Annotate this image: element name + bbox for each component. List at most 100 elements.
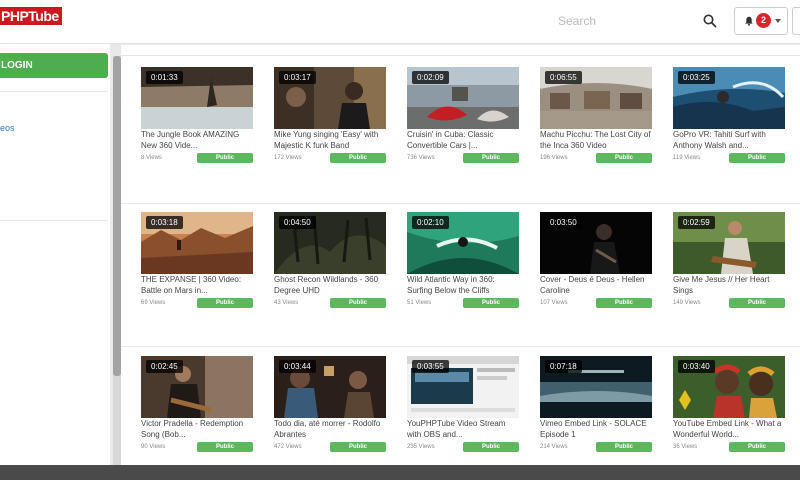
video-duration: 0:01:33 (146, 71, 183, 84)
video-title[interactable]: YouPHPTube Video Stream with OBS and... (407, 418, 519, 440)
video-title[interactable]: Mike Yung singing 'Easy' with Majestic K… (274, 129, 386, 151)
sidebar: LOGIN eos (0, 44, 110, 465)
video-duration: 0:02:09 (412, 71, 449, 84)
video-duration: 0:03:50 (545, 216, 582, 229)
user-menu-button[interactable] (792, 7, 800, 35)
video-duration: 0:07:18 (545, 360, 582, 373)
video-views: 8 Views (141, 155, 162, 161)
video-duration: 0:03:17 (279, 71, 316, 84)
video-title[interactable]: Victor Pradella - Redemption Song (Bob..… (141, 418, 253, 440)
video-card[interactable]: 0:02:09 Cruisin' in Cuba: Classic Conver… (407, 67, 521, 177)
video-card[interactable]: 0:03:25 GoPro VR: Tahiti Surf with Antho… (673, 67, 787, 177)
video-title[interactable]: YouTube Embed Link - What a Wonderful Wo… (673, 418, 785, 440)
video-title[interactable]: Ghost Recon Wildlands - 360 Degree UHD (274, 274, 386, 296)
row-divider (121, 346, 800, 347)
sidebar-item-videos[interactable]: eos (0, 123, 15, 133)
status-badge: Public (463, 442, 519, 452)
video-thumbnail[interactable]: 0:02:45 (141, 356, 253, 418)
video-views: 107 Views (540, 300, 568, 306)
video-thumbnail[interactable]: 0:02:59 (673, 212, 785, 274)
video-card[interactable]: 0:04:50 Ghost Recon Wildlands - 360 Degr… (274, 212, 388, 322)
status-badge: Public (729, 153, 785, 163)
video-views: 472 Views (274, 444, 302, 450)
video-thumbnail[interactable]: 0:03:25 (673, 67, 785, 129)
video-thumbnail[interactable]: 0:02:10 (407, 212, 519, 274)
status-badge: Public (330, 153, 386, 163)
sidebar-scrollbar[interactable] (113, 56, 121, 465)
video-card[interactable]: 0:03:18 THE EXPANSE | 360 Video: Battle … (141, 212, 255, 322)
video-thumbnail[interactable]: 0:02:09 (407, 67, 519, 129)
video-title[interactable]: GoPro VR: Tahiti Surf with Anthony Walsh… (673, 129, 785, 151)
video-duration: 0:02:45 (146, 360, 183, 373)
video-title[interactable]: Cover - Deus é Deus - Hellen Caroline (540, 274, 652, 296)
bottom-bar (0, 465, 800, 480)
scrollbar-thumb[interactable] (113, 56, 121, 376)
video-title[interactable]: Give Me Jesus // Her Heart Sings (673, 274, 785, 296)
video-thumbnail[interactable]: 0:03:17 (274, 67, 386, 129)
video-card[interactable]: 0:02:10 Wild Atlantic Way in 360: Surfin… (407, 212, 521, 322)
video-views: 214 Views (540, 444, 568, 450)
video-views: 90 Views (141, 444, 166, 450)
status-badge: Public (596, 153, 652, 163)
video-card[interactable]: 0:01:33 The Jungle Book AMAZING New 360 … (141, 67, 255, 177)
status-badge: Public (729, 442, 785, 452)
video-card[interactable]: 0:03:50 Cover - Deus é Deus - Hellen Car… (540, 212, 654, 322)
video-views: 51 Views (407, 300, 432, 306)
video-card[interactable]: 0:03:44 Todo dia, até morrer - Rodolfo A… (274, 356, 388, 466)
search-icon[interactable] (702, 13, 718, 29)
video-views: 736 Views (407, 155, 435, 161)
row-divider (121, 203, 800, 204)
video-views: 196 Views (540, 155, 568, 161)
status-badge: Public (596, 442, 652, 452)
video-thumbnail[interactable]: 0:06:55 (540, 67, 652, 129)
video-card[interactable]: 0:03:40 YouTube Embed Link - What a Wond… (673, 356, 787, 466)
status-badge: Public (197, 442, 253, 452)
login-button[interactable]: LOGIN (0, 53, 108, 78)
sidebar-divider (0, 91, 108, 92)
video-views: 119 Views (673, 155, 701, 161)
site-logo[interactable]: PHPTube (0, 7, 62, 25)
search-input[interactable] (552, 10, 722, 32)
status-badge: Public (463, 153, 519, 163)
status-badge: Public (463, 298, 519, 308)
video-thumbnail[interactable]: 0:03:50 (540, 212, 652, 274)
status-badge: Public (330, 442, 386, 452)
video-thumbnail[interactable]: 0:03:18 (141, 212, 253, 274)
video-views: 149 Views (673, 300, 701, 306)
video-thumbnail[interactable]: 0:07:18 (540, 356, 652, 418)
status-badge: Public (330, 298, 386, 308)
video-title[interactable]: Machu Picchu: The Lost City of the Inca … (540, 129, 652, 151)
panel-divider (121, 55, 800, 56)
bell-icon (745, 16, 753, 26)
video-card[interactable]: 0:02:45 Victor Pradella - Redemption Son… (141, 356, 255, 466)
video-duration: 0:02:10 (412, 216, 449, 229)
status-badge: Public (197, 298, 253, 308)
video-thumbnail[interactable]: 0:04:50 (274, 212, 386, 274)
video-views: 43 Views (274, 300, 299, 306)
video-duration: 0:03:18 (146, 216, 183, 229)
video-thumbnail[interactable]: 0:01:33 (141, 67, 253, 129)
chevron-down-icon (775, 19, 781, 23)
notifications-button[interactable]: 2 (734, 7, 788, 35)
video-thumbnail[interactable]: 0:03:40 (673, 356, 785, 418)
video-card[interactable]: 0:07:18 Vimeo Embed Link - SOLACE Episod… (540, 356, 654, 466)
top-navbar: PHPTube 2 (0, 0, 800, 44)
notification-count-badge: 2 (756, 13, 771, 28)
video-title[interactable]: The Jungle Book AMAZING New 360 Vide... (141, 129, 253, 151)
video-card[interactable]: 0:03:17 Mike Yung singing 'Easy' with Ma… (274, 67, 388, 177)
video-card[interactable]: 0:06:55 Machu Picchu: The Lost City of t… (540, 67, 654, 177)
video-views: 36 Views (673, 444, 698, 450)
video-card[interactable]: 0:03:55 YouPHPTube Video Stream with OBS… (407, 356, 521, 466)
video-duration: 0:02:59 (678, 216, 715, 229)
video-card[interactable]: 0:02:59 Give Me Jesus // Her Heart Sings… (673, 212, 787, 322)
video-title[interactable]: Wild Atlantic Way in 360: Surfing Below … (407, 274, 519, 296)
video-title[interactable]: Cruisin' in Cuba: Classic Convertible Ca… (407, 129, 519, 151)
video-title[interactable]: Todo dia, até morrer - Rodolfo Abrantes (274, 418, 386, 440)
sidebar-divider (0, 220, 108, 221)
video-thumbnail[interactable]: 0:03:55 (407, 356, 519, 418)
video-views: 69 Views (141, 300, 166, 306)
video-title[interactable]: Vimeo Embed Link - SOLACE Episode 1 (540, 418, 652, 440)
video-title[interactable]: THE EXPANSE | 360 Video: Battle on Mars … (141, 274, 253, 296)
video-duration: 0:03:40 (678, 360, 715, 373)
video-thumbnail[interactable]: 0:03:44 (274, 356, 386, 418)
